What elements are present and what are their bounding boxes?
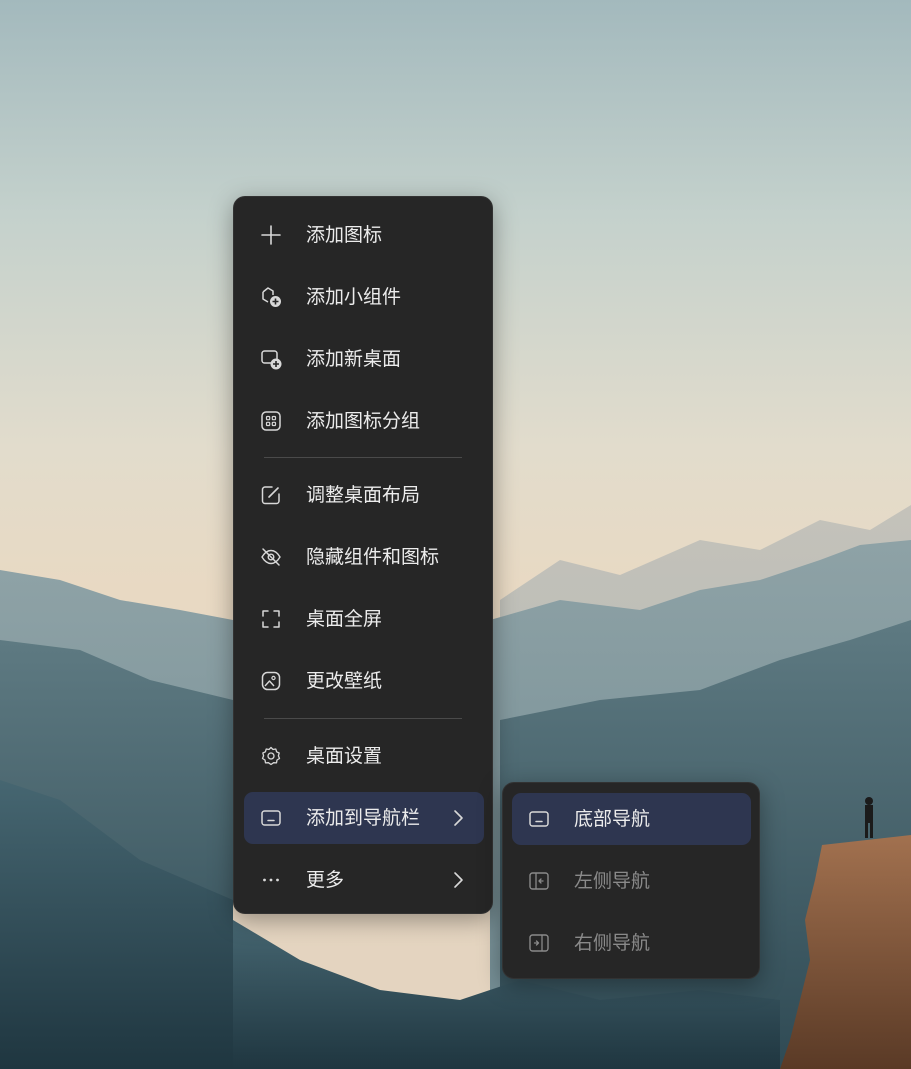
- left-nav-icon: [528, 870, 550, 892]
- menu-item-desktop-settings[interactable]: 桌面设置: [244, 730, 484, 782]
- submenu-item-label: 右侧导航: [574, 932, 651, 954]
- eye-off-icon: [260, 546, 282, 568]
- menu-item-edit-layout[interactable]: 调整桌面布局: [244, 469, 484, 521]
- menu-item-label: 添加图标分组: [306, 410, 421, 432]
- menu-item-label: 更改壁纸: [306, 670, 383, 692]
- menu-item-label: 添加到导航栏: [306, 807, 421, 829]
- menu-separator: [264, 457, 462, 458]
- menu-item-change-wallpaper[interactable]: 更改壁纸: [244, 655, 484, 707]
- right-nav-icon: [528, 932, 550, 954]
- add-widget-icon: [260, 286, 282, 308]
- menu-item-label: 桌面全屏: [306, 608, 383, 630]
- chevron-right-icon: [448, 808, 468, 828]
- menu-item-more[interactable]: 更多: [244, 854, 484, 906]
- submenu-item-label: 底部导航: [574, 808, 651, 830]
- plus-icon: [260, 224, 282, 246]
- menu-item-label: 隐藏组件和图标: [306, 546, 440, 568]
- chevron-right-icon: [448, 870, 468, 890]
- menu-item-label: 桌面设置: [306, 745, 383, 767]
- edit-layout-icon: [260, 484, 282, 506]
- submenu-item-right-nav[interactable]: 右侧导航: [512, 917, 751, 969]
- navbar-icon: [260, 807, 282, 829]
- more-dots-icon: [260, 869, 282, 891]
- icon-group-icon: [260, 410, 282, 432]
- menu-item-add-to-navbar[interactable]: 添加到导航栏: [244, 792, 484, 844]
- menu-item-label: 添加新桌面: [306, 348, 402, 370]
- menu-separator: [264, 718, 462, 719]
- fullscreen-icon: [260, 608, 282, 630]
- desktop[interactable]: 添加图标 添加小组件 添加新桌面 添加图标分组 调整桌面布局 隐藏组件和图标 桌…: [0, 0, 911, 1069]
- add-desktop-icon: [260, 348, 282, 370]
- menu-item-fullscreen[interactable]: 桌面全屏: [244, 593, 484, 645]
- menu-item-label: 添加小组件: [306, 286, 402, 308]
- gear-icon: [260, 745, 282, 767]
- bottom-nav-icon: [528, 808, 550, 830]
- submenu-item-label: 左侧导航: [574, 870, 651, 892]
- submenu-item-left-nav[interactable]: 左侧导航: [512, 855, 751, 907]
- menu-item-label: 更多: [306, 869, 345, 891]
- menu-item-label: 调整桌面布局: [306, 484, 421, 506]
- wallpaper-icon: [260, 670, 282, 692]
- menu-item-add-icon[interactable]: 添加图标: [244, 209, 484, 261]
- submenu-item-bottom-nav[interactable]: 底部导航: [512, 793, 751, 845]
- menu-item-hide-widgets[interactable]: 隐藏组件和图标: [244, 531, 484, 583]
- menu-item-label: 添加图标: [306, 224, 383, 246]
- navbar-submenu: 底部导航 左侧导航 右侧导航: [502, 782, 760, 979]
- menu-item-add-icon-group[interactable]: 添加图标分组: [244, 395, 484, 447]
- context-menu: 添加图标 添加小组件 添加新桌面 添加图标分组 调整桌面布局 隐藏组件和图标 桌…: [233, 196, 493, 914]
- menu-item-add-widget[interactable]: 添加小组件: [244, 271, 484, 323]
- menu-item-add-desktop[interactable]: 添加新桌面: [244, 333, 484, 385]
